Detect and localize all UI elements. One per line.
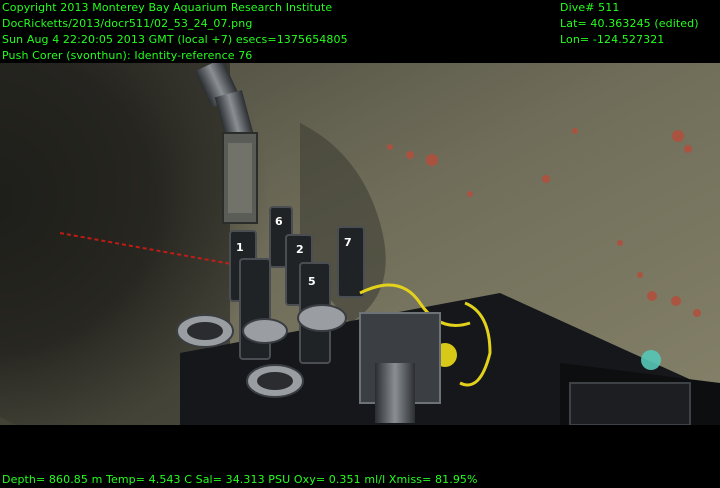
video-frame: 6 2 1 7 5 Copyright 2013 Monterey Bay Aq… [0, 0, 720, 486]
seafloor-image: 6 2 1 7 5 [0, 63, 720, 425]
image-path-line: DocRicketts/2013/docr511/02_53_24_07.png [2, 17, 253, 30]
seafloor-scene: 6 2 1 7 5 [0, 63, 720, 425]
header-info-right: Dive# 511 Lat= 40.363245 (edited) Lon= -… [560, 0, 699, 48]
core-tube-label: 5 [308, 275, 316, 288]
dive-number: Dive# 511 [560, 1, 620, 14]
core-tube-label: 7 [344, 236, 352, 249]
annotation-line: Push Corer (svonthun): Identity-referenc… [2, 49, 253, 62]
timestamp-line: Sun Aug 4 22:20:05 2013 GMT (local +7) e… [2, 33, 348, 46]
longitude: Lon= -124.527321 [560, 33, 665, 46]
core-tube-label: 1 [236, 241, 244, 254]
latitude: Lat= 40.363245 (edited) [560, 17, 699, 30]
header-info-left: Copyright 2013 Monterey Bay Aquarium Res… [2, 0, 348, 64]
core-tube-label: 6 [275, 215, 283, 228]
core-tube-label: 2 [296, 243, 304, 256]
copyright-line: Copyright 2013 Monterey Bay Aquarium Res… [2, 1, 333, 14]
